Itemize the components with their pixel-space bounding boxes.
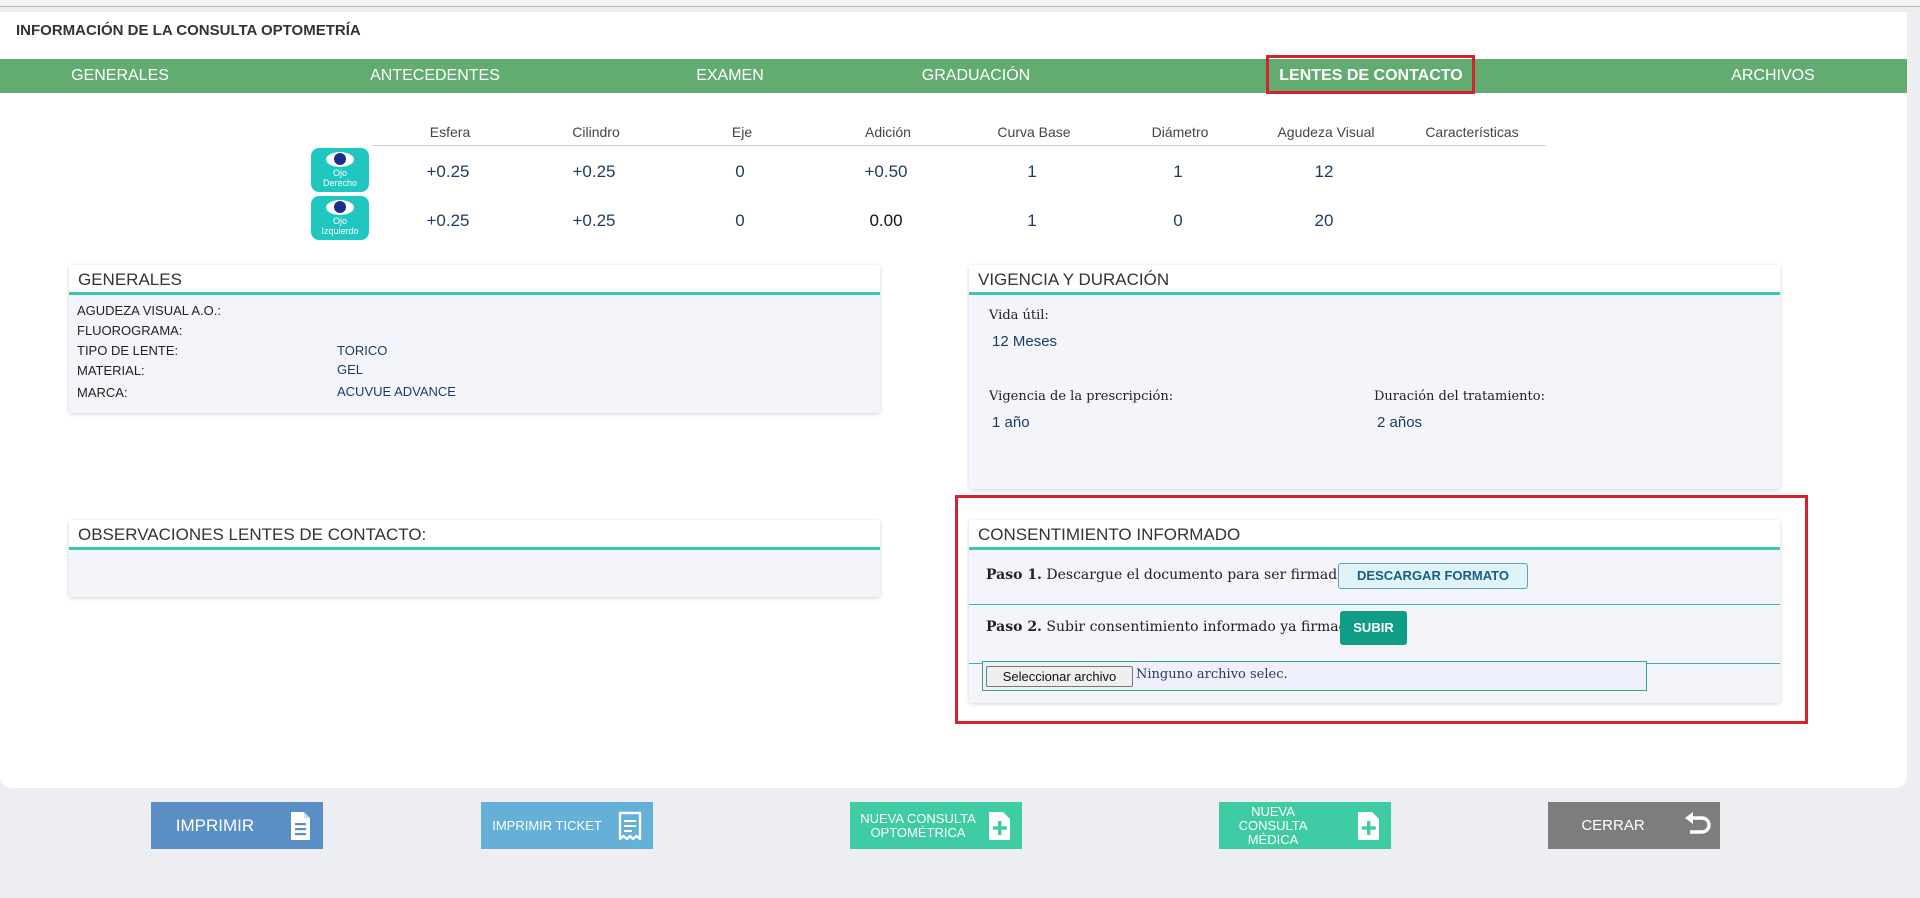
- observaciones-panel: OBSERVACIONES LENTES DE CONTACTO:: [69, 520, 880, 597]
- field-label-agudeza: AGUDEZA VISUAL A.O.:: [77, 303, 222, 318]
- field-value-tipo-lente: TORICO: [337, 343, 388, 358]
- od-cilindro: +0.25: [572, 162, 616, 181]
- col-header-cilindro: Cilindro: [572, 124, 620, 140]
- col-header-curva-base: Curva Base: [997, 124, 1071, 140]
- table-header-divider: [372, 145, 1546, 146]
- col-header-adicion: Adición: [865, 124, 911, 140]
- tab-bar: GENERALES ANTECEDENTES EXAMEN GRADUACIÓN…: [0, 59, 1907, 93]
- tab-archivos[interactable]: ARCHIVOS: [1698, 59, 1848, 93]
- tab-generales[interactable]: GENERALES: [45, 59, 195, 93]
- tab-examen[interactable]: EXAMEN: [655, 59, 805, 93]
- nueva-consulta-medica-button[interactable]: NUEVA CONSULTA MÉDICA: [1219, 802, 1391, 849]
- nueva-optometrica-label: NUEVA CONSULTA OPTOMÉTRICA: [860, 810, 976, 840]
- field-label-marca: MARCA:: [77, 385, 128, 400]
- vigencia-value: 1 año: [992, 414, 1030, 431]
- tab-antecedentes[interactable]: ANTECEDENTES: [360, 59, 510, 93]
- od-agudeza-visual: 12: [1314, 162, 1334, 181]
- col-header-esfera: Esfera: [429, 124, 471, 140]
- imprimir-label: IMPRIMIR: [175, 815, 255, 835]
- od-diametro: 1: [1173, 162, 1183, 181]
- vigencia-panel: VIGENCIA Y DURACIÓN Vida útil: 12 Meses …: [969, 265, 1780, 489]
- oi-esfera: +0.25: [426, 211, 470, 230]
- col-header-caracteristicas: Características: [1425, 124, 1519, 140]
- nueva-medica-label: NUEVA CONSULTA MÉDICA: [1238, 803, 1308, 847]
- col-header-eje: Eje: [731, 124, 753, 140]
- oi-cilindro: +0.25: [572, 211, 616, 230]
- observaciones-title: OBSERVACIONES LENTES DE CONTACTO:: [69, 520, 880, 550]
- field-value-marca: ACUVUE ADVANCE: [337, 384, 456, 399]
- generales-panel: GENERALES AGUDEZA VISUAL A.O.: FLUOROGRA…: [69, 265, 880, 413]
- col-header-agudeza-visual: Agudeza Visual: [1277, 124, 1375, 140]
- top-border: [0, 0, 1920, 7]
- vigencia-label: Vigencia de la prescripción:: [989, 389, 1174, 404]
- field-value-material: GEL: [337, 362, 364, 377]
- imprimir-ticket-button[interactable]: IMPRIMIR TICKET: [481, 802, 653, 849]
- od-adicion: +0.50: [864, 162, 908, 181]
- oi-eje: 0: [735, 211, 745, 230]
- add-file-icon: [989, 812, 1010, 840]
- od-curva-base: 1: [1027, 162, 1037, 181]
- vida-util-value: 12 Meses: [992, 333, 1058, 350]
- consent-section-highlight: [955, 495, 1808, 724]
- field-label-tipo-lente: TIPO DE LENTE:: [77, 343, 179, 358]
- duracion-value: 2 años: [1377, 414, 1423, 431]
- imprimir-ticket-label: IMPRIMIR TICKET: [492, 818, 602, 833]
- field-label-material: MATERIAL:: [77, 363, 145, 378]
- imprimir-button[interactable]: IMPRIMIR: [151, 802, 323, 849]
- od-eje: 0: [735, 162, 745, 181]
- active-tab-highlight: [1266, 55, 1475, 94]
- duracion-label: Duración del tratamiento:: [1374, 389, 1545, 404]
- od-esfera: +0.25: [426, 162, 470, 181]
- return-icon: [1685, 812, 1711, 834]
- add-file-icon: [1358, 812, 1379, 840]
- nueva-consulta-optometrica-button[interactable]: NUEVA CONSULTA OPTOMÉTRICA: [850, 802, 1022, 849]
- ojo-derecho-icon: Ojo Derecho: [311, 148, 369, 192]
- oi-curva-base: 1: [1027, 211, 1037, 230]
- oi-agudeza-visual: 20: [1314, 211, 1334, 230]
- cerrar-label: CERRAR: [1581, 817, 1645, 834]
- vigencia-title: VIGENCIA Y DURACIÓN: [969, 265, 1780, 295]
- oi-diametro: 0: [1173, 211, 1183, 230]
- tab-graduacion[interactable]: GRADUACIÓN: [901, 59, 1051, 93]
- receipt-icon: [618, 811, 642, 841]
- generales-title: GENERALES: [69, 265, 880, 295]
- vida-util-label: Vida útil:: [989, 308, 1049, 323]
- ojo-izquierdo-icon: Ojo Izquierdo: [311, 196, 369, 240]
- oi-adicion: 0.00: [869, 211, 903, 230]
- field-label-fluorograma: FLUOROGRAMA:: [77, 323, 183, 338]
- cerrar-button[interactable]: CERRAR: [1548, 802, 1720, 849]
- page-title: INFORMACIÓN DE LA CONSULTA OPTOMETRÍA: [16, 22, 361, 39]
- col-header-diametro: Diámetro: [1151, 124, 1209, 140]
- document-icon: [291, 812, 310, 840]
